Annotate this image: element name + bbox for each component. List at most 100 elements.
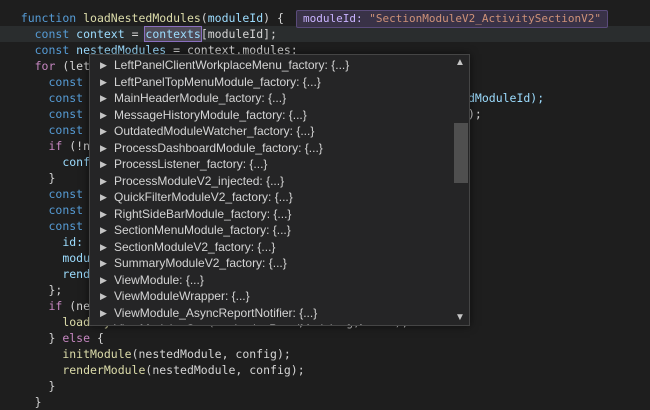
chevron-down-icon[interactable]: ▼ bbox=[455, 312, 465, 323]
keyword: const bbox=[48, 203, 84, 217]
suggestion-scrollbar[interactable]: ▲ ▼ bbox=[451, 55, 469, 325]
code-line-2-current[interactable]: const context = contexts[moduleId]; bbox=[0, 26, 650, 42]
chevron-up-icon[interactable]: ▲ bbox=[455, 57, 465, 68]
suggestion-label: MainHeaderModule_factory: {...} bbox=[114, 91, 287, 105]
code-text: } bbox=[48, 331, 63, 345]
suggestion-label: ViewModule_CommunicationPanelModule: {..… bbox=[114, 321, 364, 325]
suggestion-item[interactable]: ▶ RightSideBarModule_factory: {...} bbox=[90, 206, 450, 223]
code-text: } bbox=[48, 171, 56, 185]
param: moduleId bbox=[207, 11, 264, 25]
suggestion-item[interactable]: ▶ ViewModule_AsyncReportNotifier: {...} bbox=[90, 305, 450, 322]
code-text: conf bbox=[62, 155, 91, 169]
chevron-right-icon[interactable]: ▶ bbox=[100, 288, 107, 305]
suggestion-item[interactable]: ▶ QuickFilterModuleV2_factory: {...} bbox=[90, 189, 450, 206]
code-line-23: renderModule(nestedModule, config); bbox=[0, 362, 650, 378]
code-line-22: initModule(nestedModule, config); bbox=[0, 346, 650, 362]
code-line-21: } else { bbox=[0, 330, 650, 346]
chevron-right-icon[interactable]: ▶ bbox=[100, 107, 107, 124]
chevron-right-icon[interactable]: ▶ bbox=[100, 272, 107, 289]
code-overflow-right-2: ); bbox=[468, 106, 648, 122]
function-call: renderModule bbox=[62, 363, 146, 377]
chevron-right-icon[interactable]: ▶ bbox=[100, 123, 107, 140]
suggestion-label: LeftPanelClientWorkplaceMenu_factory: {.… bbox=[114, 58, 350, 72]
suggestion-label: ProcessDashboardModule_factory: {...} bbox=[114, 140, 323, 155]
chevron-right-icon[interactable]: ▶ bbox=[100, 189, 107, 206]
suggestion-item[interactable]: ▶ ViewModule_CommunicationPanelModule: {.… bbox=[90, 321, 450, 325]
code-text: ); bbox=[468, 107, 482, 121]
hint-name: moduleId: bbox=[303, 12, 363, 25]
hint-value: "SectionModuleV2_ActivitySectionV2" bbox=[369, 12, 602, 25]
code-text: } bbox=[48, 379, 56, 393]
keyword: if bbox=[48, 139, 70, 153]
chevron-right-icon[interactable]: ▶ bbox=[100, 222, 107, 239]
suggestion-item[interactable]: ▶ ProcessListener_factory: {...} bbox=[90, 156, 450, 173]
keyword: const bbox=[48, 187, 84, 201]
keyword: for bbox=[34, 59, 63, 73]
suggestion-item[interactable]: ▶ SectionMenuModule_factory: {...} bbox=[90, 222, 450, 239]
keyword: const bbox=[48, 91, 84, 105]
code-text: [moduleId]; bbox=[200, 27, 277, 41]
function-name: loadNestedModules bbox=[83, 11, 201, 25]
code-text: (nestedModule, config); bbox=[145, 363, 305, 377]
suggestion-item[interactable]: ▶ ViewModule: {...} bbox=[90, 272, 450, 289]
suggestion-label: SectionMenuModule_factory: {...} bbox=[114, 223, 291, 237]
scrollbar-thumb[interactable] bbox=[454, 123, 468, 183]
suggestion-label: MessageHistoryModule_factory: {...} bbox=[114, 107, 307, 122]
operator: = bbox=[124, 27, 146, 41]
chevron-right-icon[interactable]: ▶ bbox=[100, 57, 107, 74]
chevron-right-icon[interactable]: ▶ bbox=[100, 156, 107, 173]
suggestion-label: OutdatedModuleWatcher_factory: {...} bbox=[114, 124, 315, 138]
suggestion-item[interactable]: ▶ OutdatedModuleWatcher_factory: {...} bbox=[90, 123, 450, 140]
code-text: (let bbox=[62, 59, 91, 73]
suggestion-item[interactable]: ▶ LeftPanelTopMenuModule_factory: {...} bbox=[90, 74, 450, 91]
keyword: const bbox=[48, 123, 84, 137]
suggestion-widget[interactable]: ▶ LeftPanelClientWorkplaceMenu_factory: {… bbox=[89, 54, 470, 326]
suggestion-item[interactable]: ▶ ProcessDashboardModule_factory: {...} bbox=[90, 140, 450, 157]
chevron-right-icon[interactable]: ▶ bbox=[100, 74, 107, 91]
suggestion-item[interactable]: ▶ LeftPanelClientWorkplaceMenu_factory: {… bbox=[90, 57, 450, 74]
suggestion-label: ViewModule_AsyncReportNotifier: {...} bbox=[114, 305, 318, 320]
chevron-right-icon[interactable]: ▶ bbox=[100, 305, 107, 322]
suggestion-label: ViewModule: {...} bbox=[114, 272, 204, 287]
function-call: initModule bbox=[62, 347, 132, 361]
highlighted-identifier[interactable]: contexts bbox=[144, 26, 202, 42]
suggestion-label: ProcessModuleV2_injected: {...} bbox=[114, 173, 285, 188]
chevron-right-icon[interactable]: ▶ bbox=[100, 90, 107, 107]
keyword: const bbox=[48, 219, 84, 233]
chevron-right-icon[interactable]: ▶ bbox=[100, 173, 107, 190]
suggestion-item[interactable]: ▶ ViewModuleWrapper: {...} bbox=[90, 288, 450, 305]
suggestion-item[interactable]: ▶ SummaryModuleV2_factory: {...} bbox=[90, 255, 450, 272]
code-text: rend bbox=[62, 267, 91, 281]
suggestion-item[interactable]: ▶ SectionModuleV2_factory: {...} bbox=[90, 239, 450, 256]
keyword: else bbox=[62, 331, 91, 345]
code-text: }; bbox=[48, 283, 63, 297]
code-line-25: } bbox=[0, 394, 650, 410]
chevron-right-icon[interactable]: ▶ bbox=[100, 206, 107, 223]
chevron-right-icon[interactable]: ▶ bbox=[100, 321, 107, 325]
suggestion-label: ViewModuleWrapper: {...} bbox=[114, 289, 250, 303]
suggestion-item[interactable]: ▶ ProcessModuleV2_injected: {...} bbox=[90, 173, 450, 190]
code-overflow-right-1: dModuleId); bbox=[468, 90, 648, 106]
inline-value-hint: moduleId: "SectionModuleV2_ActivitySecti… bbox=[296, 10, 609, 28]
paren: ( bbox=[200, 11, 208, 25]
suggestion-label: SummaryModuleV2_factory: {...} bbox=[114, 256, 287, 270]
chevron-right-icon[interactable]: ▶ bbox=[100, 255, 107, 272]
keyword: const bbox=[34, 43, 77, 57]
chevron-right-icon[interactable]: ▶ bbox=[100, 140, 107, 157]
brace: ) { bbox=[263, 11, 284, 25]
code-text: (ne bbox=[69, 299, 91, 313]
code-line-24: } bbox=[0, 378, 650, 394]
keyword: const bbox=[48, 107, 84, 121]
keyword: function bbox=[20, 11, 84, 25]
code-text: (nestedModule, config); bbox=[131, 347, 291, 361]
suggestion-label: SectionModuleV2_factory: {...} bbox=[114, 239, 276, 254]
suggestion-item[interactable]: ▶ MainHeaderModule_factory: {...} bbox=[90, 90, 450, 107]
variable: context bbox=[76, 27, 125, 41]
suggestion-item[interactable]: ▶ MessageHistoryModule_factory: {...} bbox=[90, 107, 450, 124]
suggestion-label: QuickFilterModuleV2_factory: {...} bbox=[114, 190, 293, 204]
chevron-right-icon[interactable]: ▶ bbox=[100, 239, 107, 256]
keyword: const bbox=[48, 75, 84, 89]
suggestion-label: RightSideBarModule_factory: {...} bbox=[114, 206, 292, 221]
keyword: const bbox=[34, 27, 77, 41]
suggestion-label: ProcessListener_factory: {...} bbox=[114, 157, 268, 171]
